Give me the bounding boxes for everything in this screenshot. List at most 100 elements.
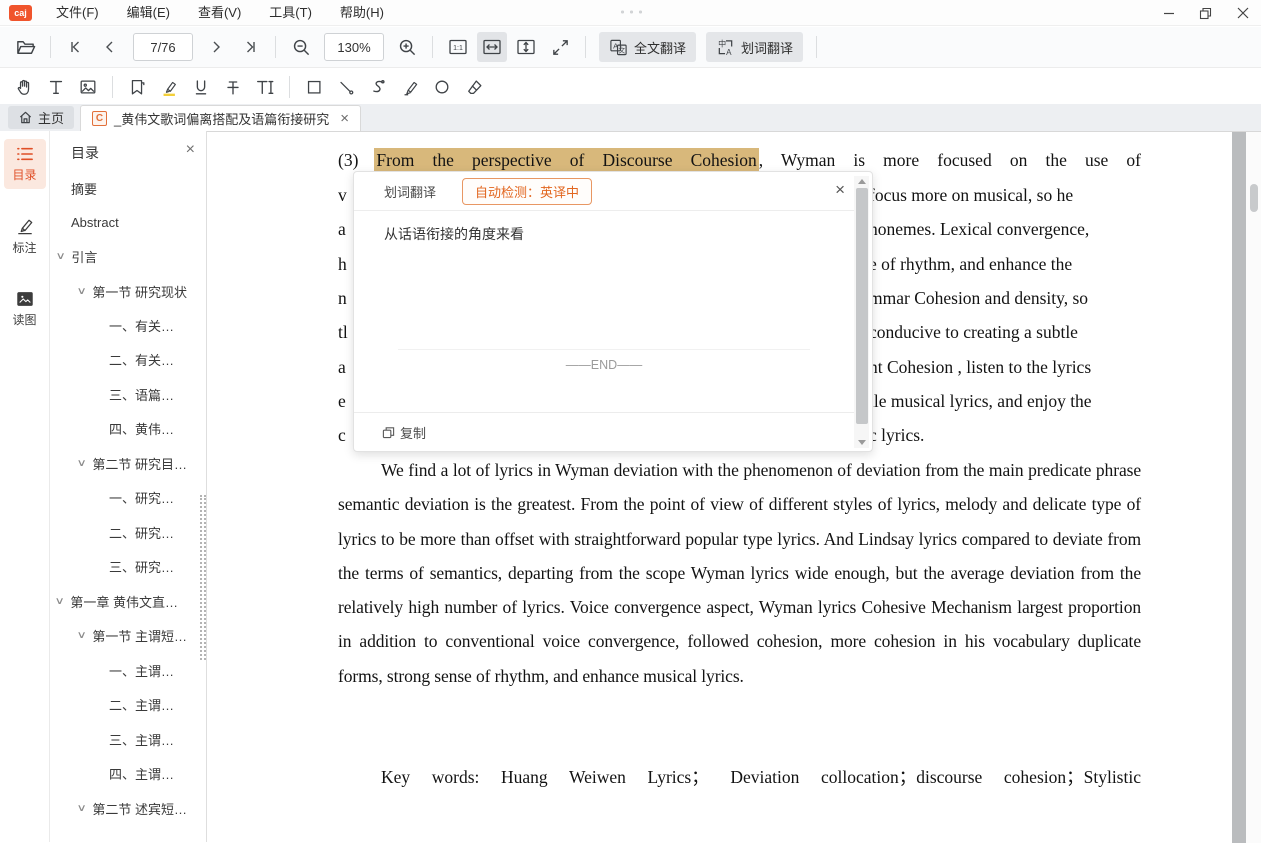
copy-button[interactable]: 复制 <box>382 423 426 442</box>
page-number-input[interactable]: 7/76 <box>133 33 193 61</box>
document-tab[interactable]: C _黄伟文歌词偏离搭配及语篇衔接研究 × <box>80 105 361 131</box>
popup-scrollbar[interactable] <box>854 176 869 448</box>
sidebar-item-figures[interactable]: 读图 <box>4 284 46 334</box>
toc-item[interactable]: 三、语篇… <box>51 377 207 411</box>
highlight-tool[interactable] <box>154 73 184 101</box>
word-translate-button[interactable]: 中 A 划词翻译 <box>706 32 803 62</box>
strikethrough-tool[interactable] <box>218 73 248 101</box>
title-bar: caj 文件(F) 编辑(E) 查看(V) 工具(T) 帮助(H) <box>0 0 1261 26</box>
line-tool[interactable] <box>331 73 361 101</box>
minimize-button[interactable] <box>1150 0 1187 26</box>
scroll-down-arrow-icon[interactable] <box>858 440 866 445</box>
annotation-toolbar <box>0 69 1261 104</box>
svg-text:中: 中 <box>718 38 726 48</box>
toc-item[interactable]: ∨ 第一节 主谓短… <box>51 618 207 652</box>
menu-tools[interactable]: 工具(T) <box>255 0 326 26</box>
toc-item[interactable]: 一、研究… <box>51 480 207 514</box>
menu-file[interactable]: 文件(F) <box>42 0 113 26</box>
first-page-button[interactable] <box>61 32 91 62</box>
close-window-button[interactable] <box>1224 0 1261 26</box>
last-page-button[interactable] <box>235 32 265 62</box>
toc-item[interactable]: 四、主谓… <box>51 756 207 790</box>
toc-item-label: 引言 <box>71 247 97 266</box>
toc-item-label: 第一节 主谓短… <box>92 626 187 645</box>
highlighted-selection[interactable]: From the perspective of Discourse Cohesi… <box>374 148 758 173</box>
toc-item-label: 三、语篇… <box>109 385 174 404</box>
text-insert-tool[interactable] <box>250 73 280 101</box>
toc-close-icon[interactable]: × <box>186 141 195 159</box>
image-snapshot-tool[interactable] <box>73 73 103 101</box>
zoom-out-button[interactable] <box>286 32 316 62</box>
menu-edit[interactable]: 编辑(E) <box>113 0 184 26</box>
popup-close-icon[interactable]: × <box>835 180 845 200</box>
close-tab-icon[interactable]: × <box>340 111 349 126</box>
ellipse-tool[interactable] <box>427 73 457 101</box>
document-scrollbar-thumb[interactable] <box>1250 184 1258 212</box>
svg-text:文: 文 <box>618 45 625 54</box>
zoom-level-input[interactable]: 130% <box>324 33 384 61</box>
next-page-button[interactable] <box>201 32 231 62</box>
sidebar-item-annotate[interactable]: 标注 <box>4 211 46 262</box>
toc-item[interactable]: ∨第二节 研究目… <box>51 446 207 480</box>
toc-item[interactable]: 二、主谓… <box>51 687 207 721</box>
restore-button[interactable] <box>1187 0 1224 26</box>
actual-size-button[interactable]: 1:1 <box>443 32 473 62</box>
popup-footer-divider <box>354 412 857 413</box>
chevron-down-icon[interactable]: ∨ <box>77 630 87 641</box>
toc-item[interactable]: ∨第二节 述宾短… <box>51 791 207 825</box>
popup-scrollbar-thumb[interactable] <box>856 188 868 424</box>
toc-item[interactable]: Abstract <box>51 205 207 239</box>
chevron-down-icon[interactable]: ∨ <box>77 803 87 814</box>
hand-pan-tool[interactable] <box>9 73 39 101</box>
translation-result-text: 从话语衔接的角度来看 <box>384 224 524 244</box>
toc-item[interactable]: ∨ 第一章 黄伟文直… <box>51 584 207 618</box>
fit-width-button[interactable] <box>477 32 507 62</box>
freehand-pen-tool[interactable] <box>395 73 425 101</box>
toc-item[interactable]: 二、研究… <box>51 515 207 549</box>
toc-item[interactable]: 三、研究… <box>51 549 207 583</box>
fulltext-translate-icon: A 文 <box>609 38 628 57</box>
toc-item[interactable]: 一、有关… <box>51 308 207 342</box>
toc-item[interactable]: 一、主谓… <box>51 653 207 687</box>
fit-height-button[interactable] <box>511 32 541 62</box>
toc-item[interactable]: 四、黄伟… <box>51 411 207 445</box>
annotate-pencil-icon <box>16 218 34 235</box>
toc-item[interactable]: 二、有关… <box>51 342 207 376</box>
bookmark-tool[interactable] <box>122 73 152 101</box>
rectangle-tool[interactable] <box>299 73 329 101</box>
copy-icon <box>382 426 395 439</box>
chevron-down-icon[interactable]: ∨ <box>77 458 87 469</box>
document-scrollbar[interactable] <box>1246 132 1261 843</box>
word-translate-popup: 划词翻译 自动检测：英译中 × 从话语衔接的角度来看 ——END—— 复制 <box>353 171 873 452</box>
open-file-button[interactable] <box>10 32 40 62</box>
toc-resize-handle[interactable] <box>200 495 206 660</box>
toc-item-label: 摘要 <box>71 179 97 198</box>
toc-item-label: Abstract <box>71 215 119 230</box>
toc-item-label: 第一章 黄伟文直… <box>70 592 178 611</box>
menu-help[interactable]: 帮助(H) <box>326 0 398 26</box>
scroll-up-arrow-icon[interactable] <box>858 179 866 184</box>
popup-divider <box>398 349 810 350</box>
eraser-tool[interactable] <box>459 73 489 101</box>
toc-item-label: 二、研究… <box>109 523 174 542</box>
chevron-down-icon[interactable]: ∨ <box>55 596 65 607</box>
toc-item[interactable]: ∨第一节 研究现状 <box>51 274 207 308</box>
document-tab-bar: 主页 C _黄伟文歌词偏离搭配及语篇衔接研究 × <box>0 104 1261 131</box>
toc-item[interactable]: ∨ 引言 <box>51 239 207 273</box>
previous-page-button[interactable] <box>95 32 125 62</box>
sidebar-item-toc[interactable]: 目录 <box>4 139 46 189</box>
language-detect-badge[interactable]: 自动检测：英译中 <box>462 178 592 205</box>
toc-item[interactable]: 摘要 <box>51 171 207 205</box>
curve-tool[interactable] <box>363 73 393 101</box>
zoom-in-button[interactable] <box>392 32 422 62</box>
chevron-down-icon[interactable]: ∨ <box>77 286 87 297</box>
home-tab[interactable]: 主页 <box>8 106 74 129</box>
fullscreen-button[interactable] <box>545 32 575 62</box>
toc-item[interactable]: 三、主谓… <box>51 722 207 756</box>
menu-view[interactable]: 查看(V) <box>184 0 255 26</box>
underline-tool[interactable] <box>186 73 216 101</box>
text-select-tool[interactable] <box>41 73 71 101</box>
fulltext-translate-button[interactable]: A 文 全文翻译 <box>599 32 696 62</box>
toc-item-label: 四、主谓… <box>109 764 174 783</box>
chevron-down-icon[interactable]: ∨ <box>56 251 66 262</box>
